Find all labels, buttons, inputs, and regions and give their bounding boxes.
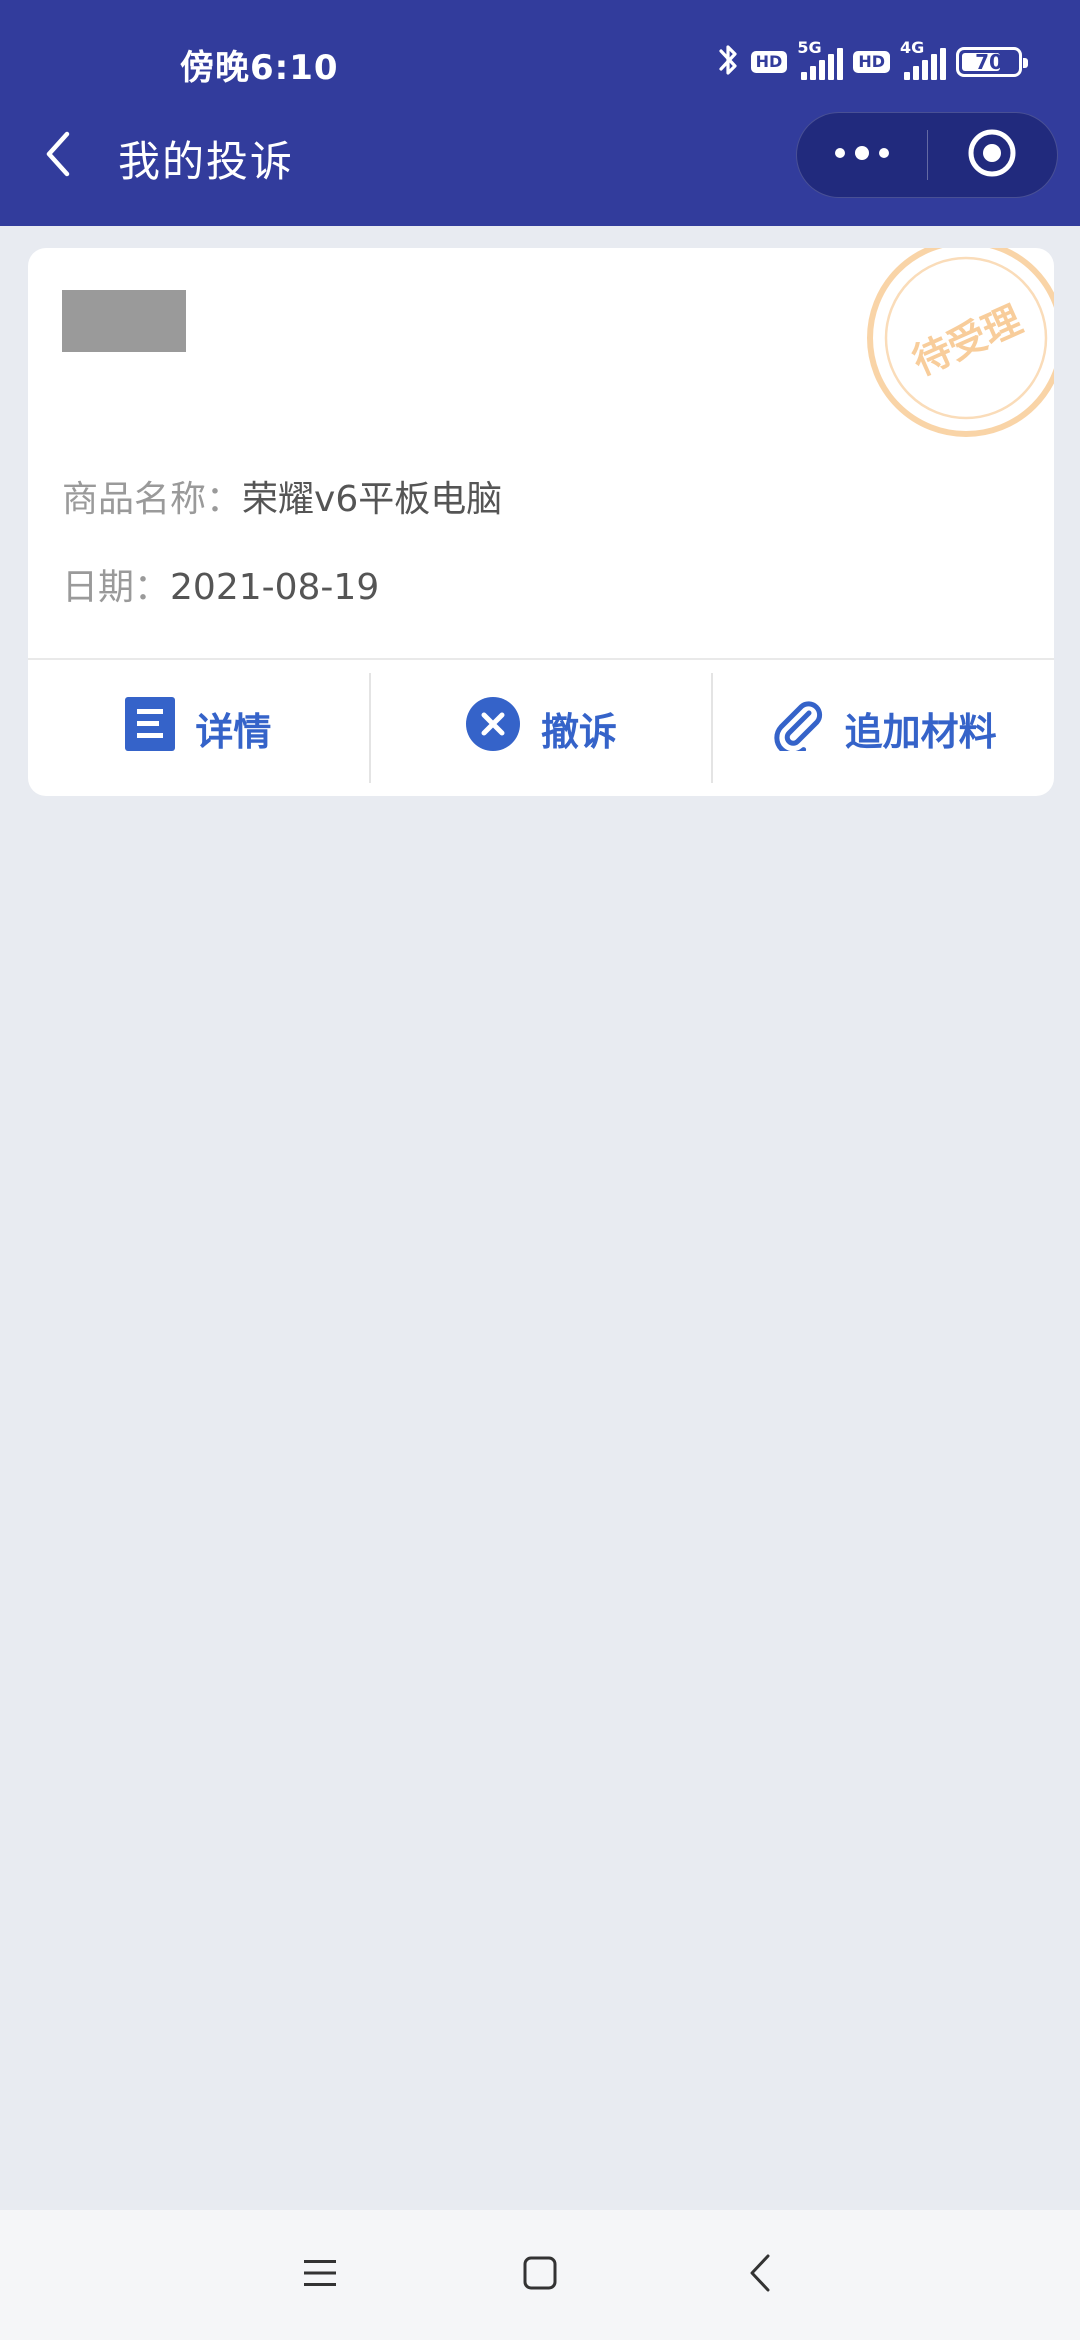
details-label: 详情 [195, 709, 272, 754]
hd-icon: HD [750, 51, 788, 73]
card-actions: 详情 撤诉 追加材料 [28, 660, 1054, 796]
miniprogram-capsule [796, 112, 1058, 198]
withdraw-label: 撤诉 [541, 709, 618, 754]
complaint-card[interactable]: 待受理 商品名称：荣耀v6平板电脑 日期：2021-08-19 详情 撤诉 追加… [28, 248, 1054, 796]
withdraw-button[interactable]: 撤诉 [371, 660, 712, 796]
date-value: 2021-08-19 [170, 567, 380, 608]
product-label: 商品名称： [62, 479, 243, 520]
battery-level: 70 [975, 50, 1003, 74]
bluetooth-icon [715, 42, 741, 82]
details-button[interactable]: 详情 [28, 660, 369, 796]
battery-icon: 70 [956, 47, 1028, 77]
4g-signal-icon: 4G [900, 38, 946, 80]
document-icon [125, 696, 176, 760]
nav-back-button[interactable] [720, 2235, 800, 2315]
home-square-icon [522, 2255, 558, 2295]
network-type-1: 5G [797, 38, 822, 57]
stamp-text: 待受理 [906, 297, 1028, 384]
product-row: 商品名称：荣耀v6平板电脑 [62, 470, 502, 522]
date-row: 日期：2021-08-19 [62, 558, 379, 610]
add-materials-button[interactable]: 追加材料 [713, 660, 1054, 796]
network-type-2: 4G [900, 38, 925, 57]
status-stamp: 待受理 [856, 248, 1054, 448]
page-title: 我的投诉 [118, 137, 295, 186]
menu-icon [302, 2258, 338, 2292]
back-button[interactable] [28, 118, 88, 194]
product-value: 荣耀v6平板电脑 [242, 479, 503, 520]
redacted-title [62, 290, 186, 352]
5g-signal-icon: 5G [797, 38, 844, 80]
more-dots-icon [832, 143, 892, 167]
hd-icon: HD [853, 51, 890, 73]
nav-home-button[interactable] [500, 2235, 580, 2315]
back-triangle-icon [748, 2253, 772, 2297]
close-circle-icon [465, 696, 521, 761]
date-label: 日期： [62, 567, 171, 608]
add-materials-label: 追加材料 [844, 709, 997, 754]
paperclip-icon [771, 697, 825, 760]
nav-menu-button[interactable] [280, 2235, 360, 2315]
screen: 傍晚6:10 HD 5G HD 4G 70 我的投诉 待受理 商品名称：荣耀v6… [0, 0, 1080, 2340]
close-miniprogram-button[interactable] [928, 113, 1058, 197]
target-circle-icon [966, 127, 1018, 183]
status-icons: HD 5G HD 4G 70 [715, 38, 1028, 86]
system-navbar [0, 2210, 1080, 2340]
status-time: 傍晚6:10 [180, 48, 339, 88]
chevron-left-icon [43, 130, 73, 182]
more-button[interactable] [797, 113, 927, 197]
app-header: 傍晚6:10 HD 5G HD 4G 70 我的投诉 [0, 0, 1080, 226]
